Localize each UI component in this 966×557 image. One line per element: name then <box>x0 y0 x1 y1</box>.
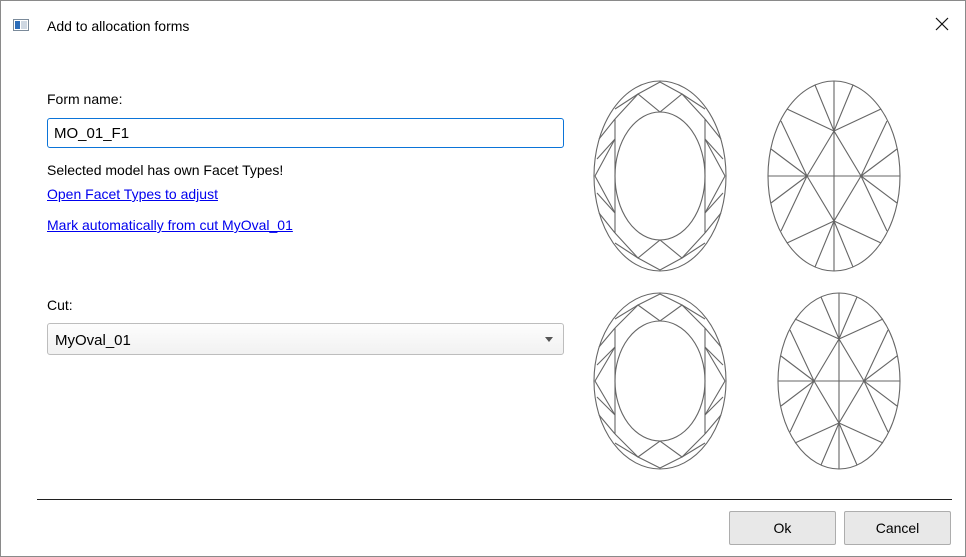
ok-button[interactable]: Ok <box>729 511 836 545</box>
mark-automatically-link[interactable]: Mark automatically from cut MyOval_01 <box>47 217 293 233</box>
cut-crown-preview <box>593 292 727 470</box>
form-pavilion-preview <box>767 80 901 272</box>
cut-selected-value: MyOval_01 <box>55 332 131 349</box>
app-icon <box>13 19 29 31</box>
form-crown-preview <box>593 80 727 272</box>
footer-separator <box>37 499 952 500</box>
dialog-window: Add to allocation forms Form name: Selec… <box>0 0 966 557</box>
form-name-label: Form name: <box>47 91 123 107</box>
open-facet-types-link[interactable]: Open Facet Types to adjust <box>47 186 218 202</box>
cancel-button[interactable]: Cancel <box>844 511 951 545</box>
cut-pavilion-preview <box>777 292 901 470</box>
window-title: Add to allocation forms <box>47 18 190 34</box>
facet-types-message: Selected model has own Facet Types! <box>47 162 284 178</box>
title-bar[interactable]: Add to allocation forms <box>1 1 965 41</box>
chevron-down-icon <box>545 337 553 342</box>
close-button[interactable] <box>919 7 965 41</box>
cut-dropdown[interactable]: MyOval_01 <box>47 323 564 355</box>
close-icon <box>935 17 949 31</box>
form-name-input[interactable] <box>47 118 564 148</box>
cut-label: Cut: <box>47 297 73 313</box>
